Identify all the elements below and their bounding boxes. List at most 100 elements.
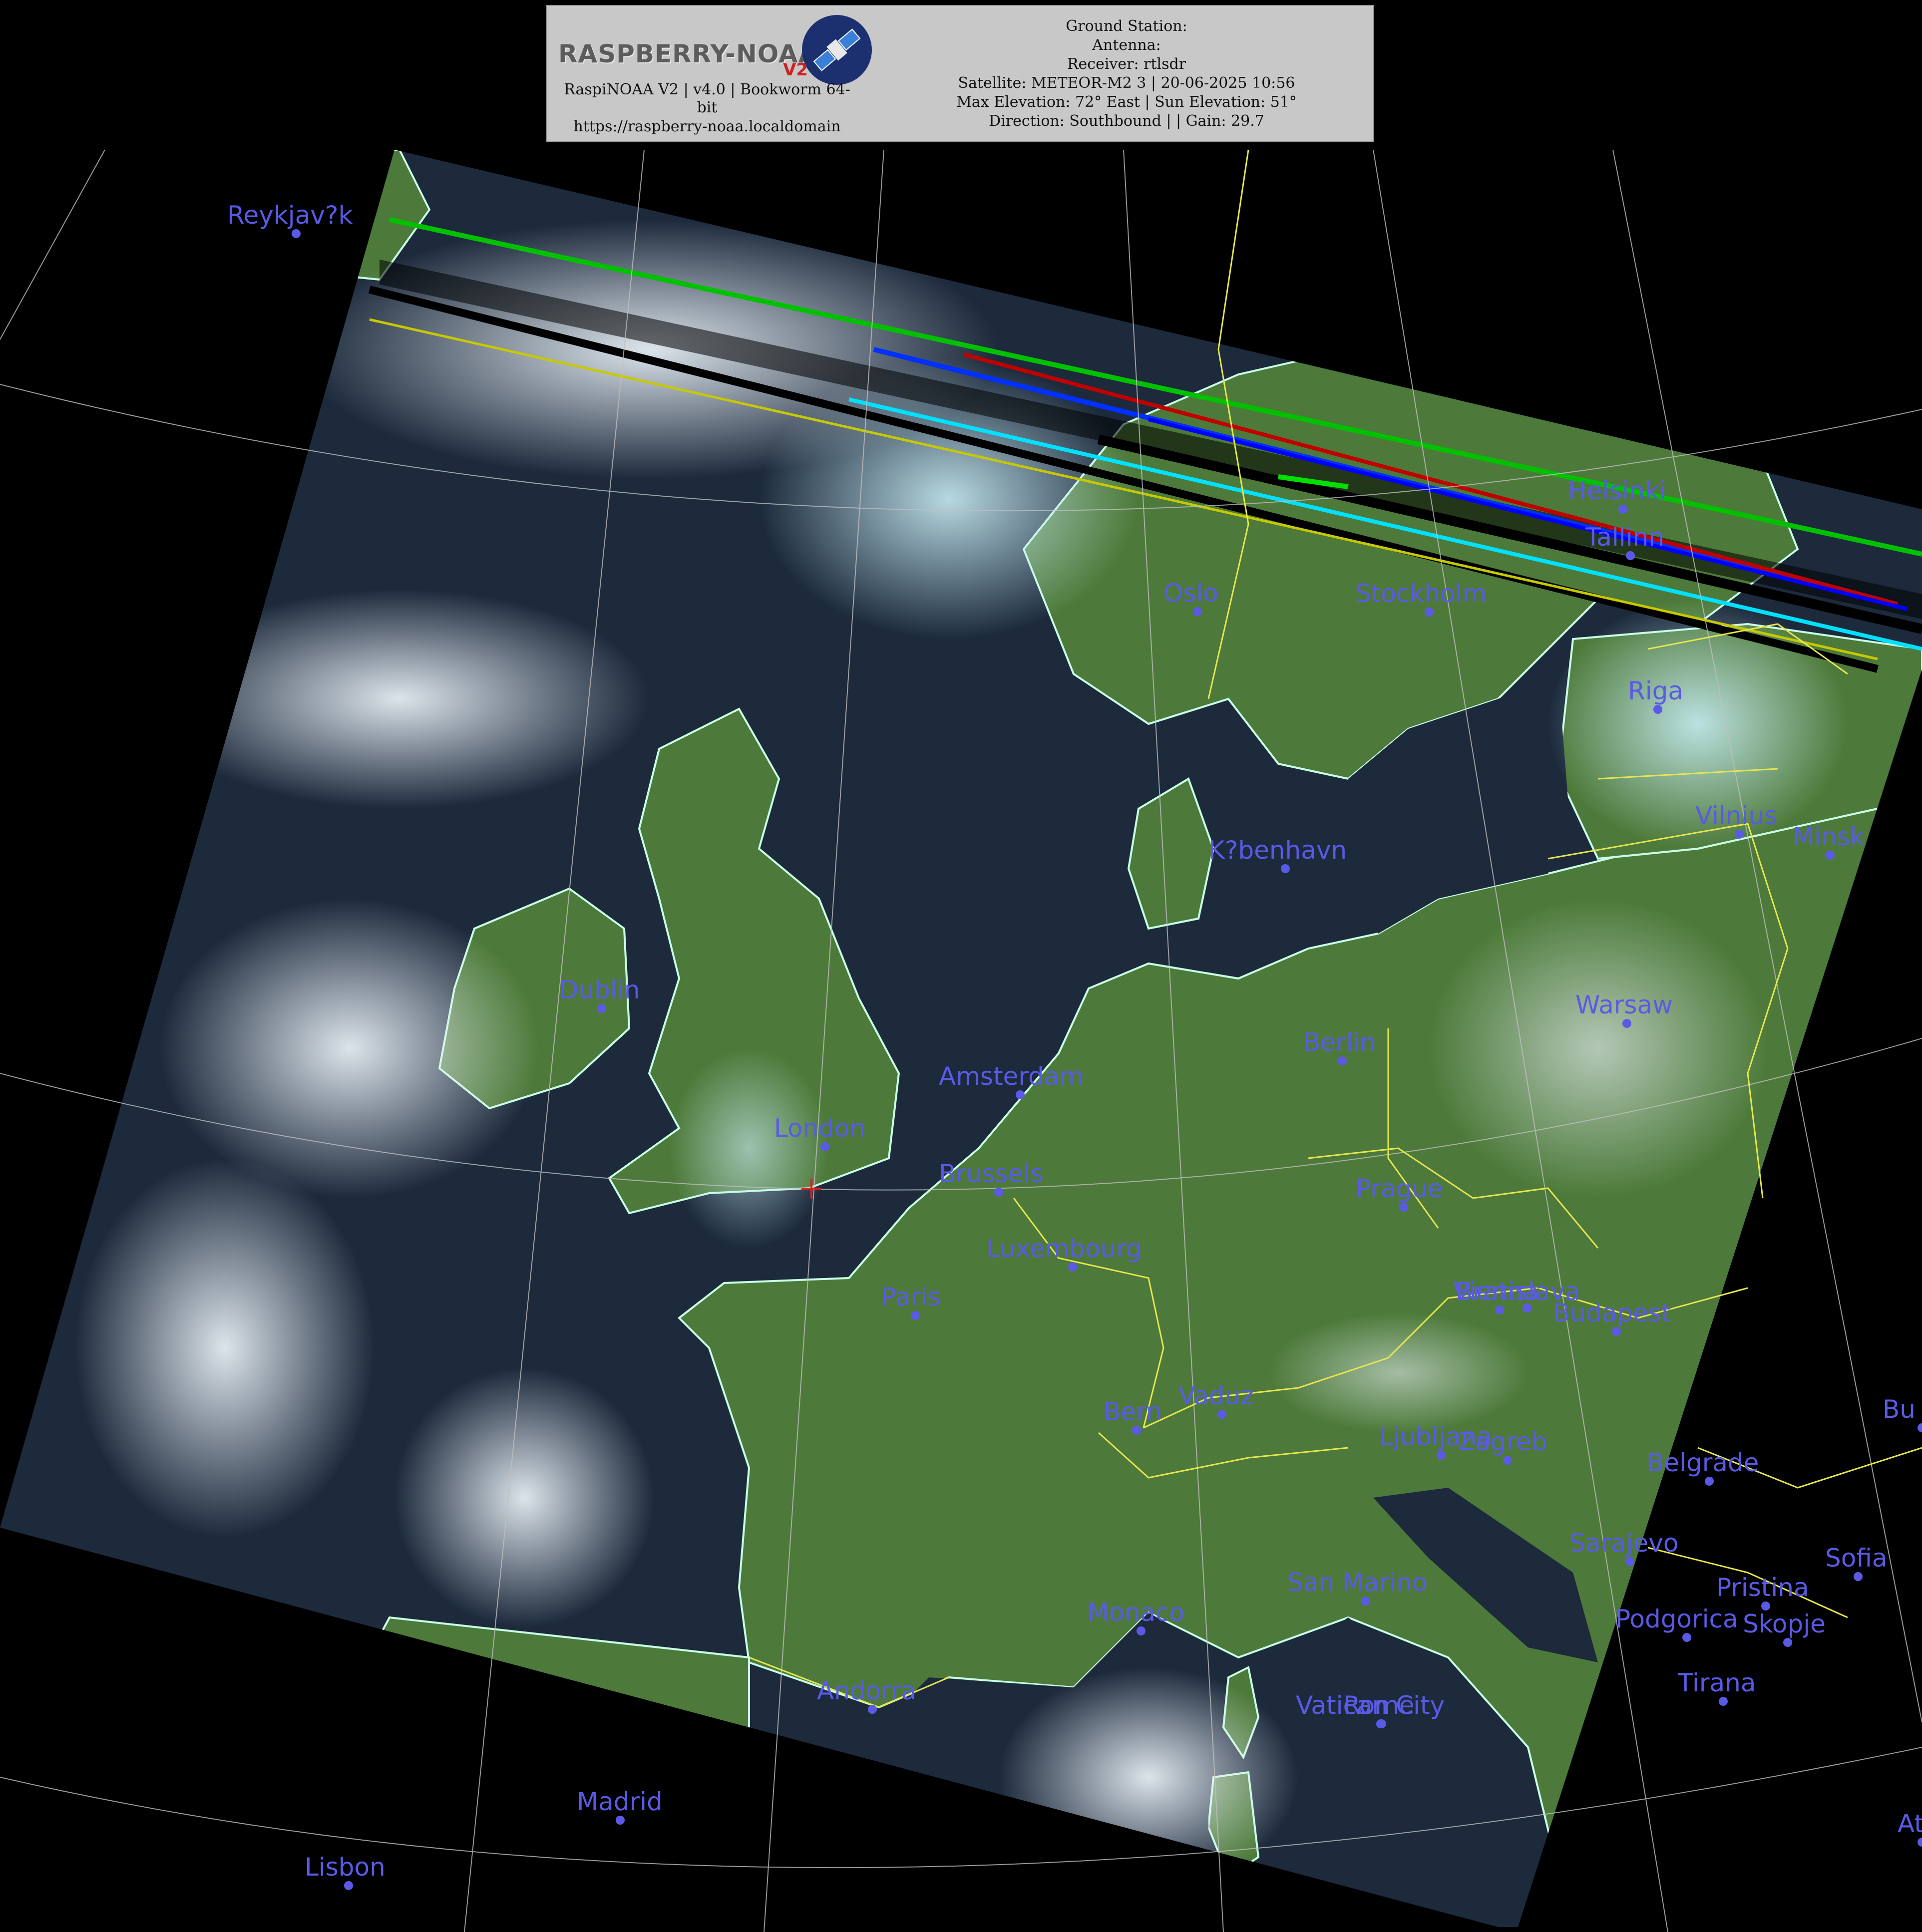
logo-badge: V2 [783,60,808,80]
city-label: San Marino [1287,1568,1427,1597]
city-label: Rome [1343,1691,1415,1720]
city-label: Luxembourg [986,1234,1142,1263]
antenna: Antenna: [1092,36,1161,54]
city-label: Helsinki [1568,476,1666,505]
city-dot [292,229,301,238]
city-dot [911,1311,920,1320]
city-label: Monaco [1088,1598,1184,1627]
city-dot [994,1188,1003,1197]
city-label: Paris [881,1283,941,1311]
city-dot [1618,505,1627,514]
city-label: Skopje [1743,1610,1826,1638]
city-label: Brussels [939,1159,1043,1188]
city-marker: Lisbon [305,1853,385,1890]
city-dot [616,1816,625,1825]
system-version-cont: bit [697,99,718,116]
city-label: Amsterdam [939,1062,1084,1091]
city-dot [1719,1697,1728,1706]
city-dot [1016,1090,1025,1099]
receiver: Receiver: rtlsdr [1067,55,1186,73]
city-label: K?benhavn [1208,836,1347,865]
city-dot [1425,608,1434,617]
city-marker: Belgrade [1647,1448,1759,1486]
city-dot [1625,1557,1634,1566]
satellite-icon [802,15,872,85]
city-marker: Reykjav?k [227,201,353,238]
city-marker: Tirana [1677,1668,1756,1706]
city-label: Dublin [559,975,640,1004]
satellite-info: Satellite: METEOR-M2 3 | 20-06-2025 10:5… [958,74,1295,92]
pass-info: Ground Station: Antenna: Receiver: rtlsd… [887,17,1366,131]
city-dot [1132,1426,1141,1435]
city-dot [1376,1719,1385,1728]
city-label: Oslo [1163,579,1218,608]
city-label: Andorra [817,1676,916,1705]
city-dot [1918,1423,1922,1432]
city-dot [1682,1633,1691,1642]
info-panel: RASPBERRY-NOAA V2 RaspiNOAA V2 | v4.0 | … [546,5,1374,142]
ground-station: Ground Station: [1066,17,1187,35]
city-label: Zagreb [1458,1427,1547,1456]
city-label: Prague [1356,1174,1443,1203]
city-dot [1612,1327,1621,1336]
land-iberia [308,1616,750,1927]
city-dot [868,1705,877,1714]
city-dot [1918,1838,1922,1847]
city-dot [1217,1410,1226,1419]
city-dot [1783,1638,1792,1647]
city-dot [1399,1203,1408,1212]
city-dot [1503,1456,1512,1465]
city-dot [344,1881,353,1890]
city-label: Tirana [1677,1668,1756,1697]
city-dot [1653,705,1662,714]
raspberry-noaa-logo: RASPBERRY-NOAA V2 [552,12,872,87]
city-marker: Bu [1883,1395,1922,1432]
swath-image [0,150,1922,1927]
city-label: Riga [1628,676,1683,705]
satellite-map: Reykjav?k Helsinki Tallinn Oslo Stockholm Rig… [0,149,1922,1932]
city-dot [820,1142,829,1151]
city-label: Berlin [1303,1028,1376,1057]
city-dot [1193,607,1202,616]
city-dot [1338,1056,1347,1065]
station-url: https://raspberry-noaa.localdomain [573,118,841,135]
direction-info: Direction: Southbound | | Gain: 29.7 [989,112,1264,130]
city-label: Vilnius [1695,801,1777,830]
city-dot [1735,830,1744,839]
city-dot [1361,1597,1370,1606]
city-label: London [774,1114,865,1143]
city-label: Madrid [577,1787,663,1816]
city-label: Vaduz [1178,1381,1254,1410]
city-label: Podgorica [1615,1605,1738,1633]
city-dot [597,1004,606,1013]
city-dot [1281,864,1290,873]
city-marker: Madrid [577,1787,663,1825]
city-marker: At [1898,1809,1922,1847]
city-label: Tallinn [1585,523,1664,552]
city-label: Bu [1883,1395,1916,1424]
city-dot [1068,1263,1077,1272]
city-label: Belgrade [1647,1448,1759,1477]
city-dot [1705,1477,1714,1486]
city-dot [1622,1019,1631,1028]
city-dot [1137,1626,1146,1635]
city-dot [1826,851,1835,860]
city-label: Warsaw [1575,990,1673,1019]
city-label: Stockholm [1355,579,1487,608]
city-label: Sarajevo [1569,1529,1678,1558]
city-marker: Skopje [1743,1610,1826,1647]
city-label: Lisbon [305,1853,385,1882]
city-label: Budapest [1553,1298,1671,1327]
system-version: RaspiNOAA V2 | v4.0 | Bookworm 64- [564,81,850,98]
city-label: Reykjav?k [227,201,353,230]
city-label: Minsk [1793,822,1865,851]
city-marker: Sofia [1825,1544,1887,1581]
city-dot [1626,551,1635,560]
elevation-info: Max Elevation: 72° East | Sun Elevation:… [956,93,1297,111]
logo-text: RASPBERRY-NOAA [558,39,818,68]
city-dot [1495,1305,1504,1314]
city-label: Bern [1104,1397,1161,1426]
city-marker: Podgorica [1615,1605,1738,1642]
city-label: Sofia [1825,1544,1887,1573]
city-dot [1437,1451,1446,1460]
